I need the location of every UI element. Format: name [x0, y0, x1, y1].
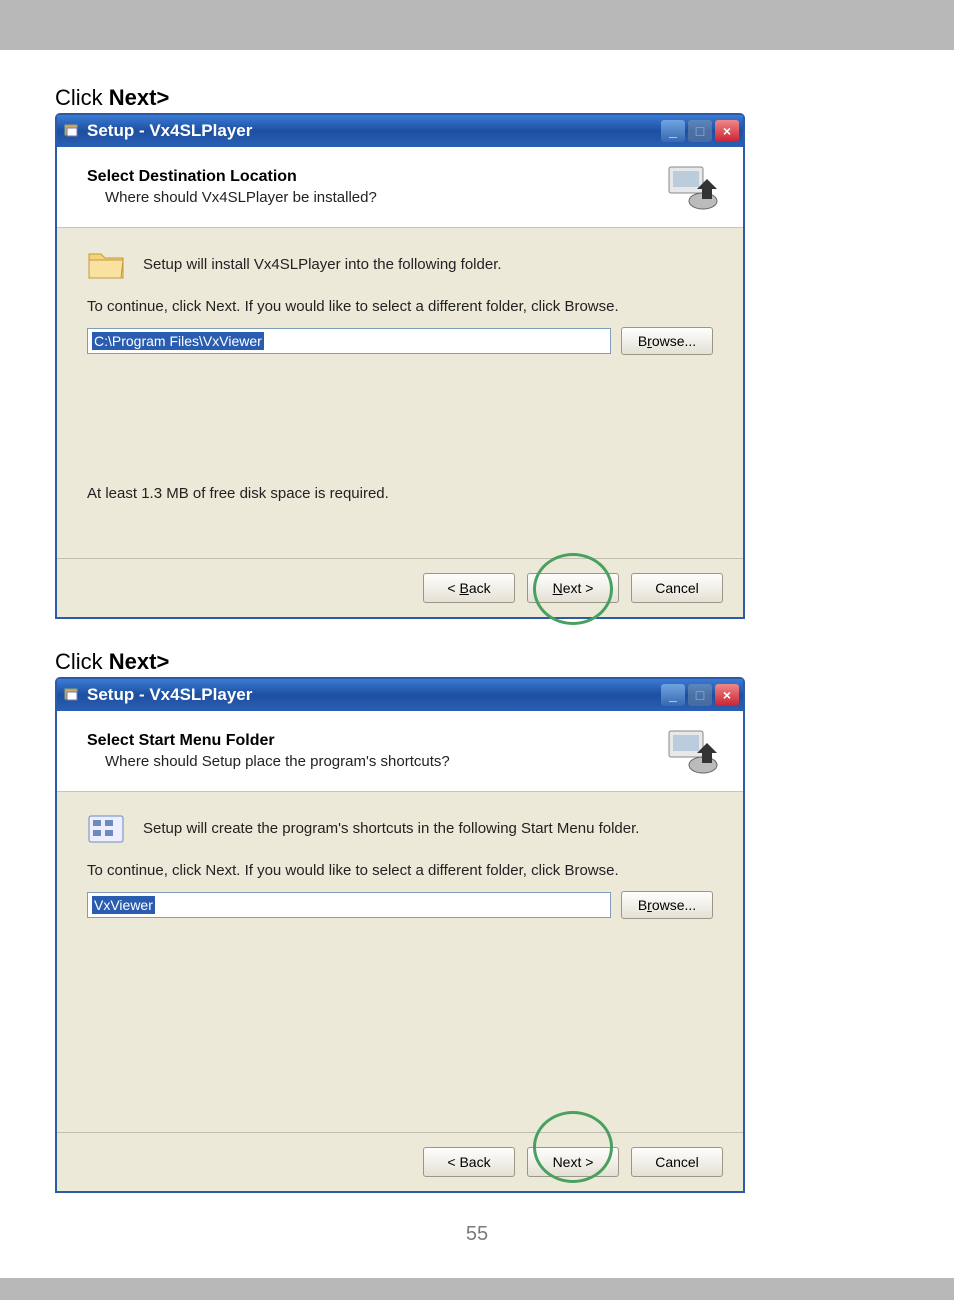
startmenu-path-value: VxViewer: [92, 896, 155, 914]
browse-button[interactable]: Browse...: [621, 891, 713, 919]
window-title: Setup - Vx4SLPlayer: [87, 121, 661, 141]
setup-window-startmenu: Setup - Vx4SLPlayer _ □ × Select Start M…: [55, 677, 745, 1193]
wizard-body: Setup will create the program's shortcut…: [57, 792, 743, 1132]
wizard-body: Setup will install Vx4SLPlayer into the …: [57, 228, 743, 558]
destination-path-value: C:\Program Files\VxViewer: [92, 332, 264, 350]
titlebar[interactable]: Setup - Vx4SLPlayer _ □ ×: [57, 679, 743, 711]
folder-icon: [87, 248, 125, 280]
instruction-2-bold: Next>: [109, 649, 170, 674]
install-folder-text: Setup will install Vx4SLPlayer into the …: [143, 256, 502, 273]
instruction-2-prefix: Click: [55, 649, 109, 674]
wizard-header-subtitle: Where should Setup place the program's s…: [87, 753, 663, 770]
wizard-header-title: Select Destination Location: [87, 168, 663, 186]
setup-window-destination: Setup - Vx4SLPlayer _ □ × Select Destina…: [55, 113, 745, 619]
instruction-1: Click Next>: [55, 85, 899, 111]
startmenu-text: Setup will create the program's shortcut…: [143, 820, 639, 837]
instruction-1-bold: Next>: [109, 85, 170, 110]
close-button[interactable]: ×: [715, 684, 739, 706]
destination-path-input[interactable]: C:\Program Files\VxViewer: [87, 328, 611, 354]
app-icon: [63, 122, 81, 140]
cancel-button[interactable]: Cancel: [631, 573, 723, 603]
back-button[interactable]: < Back: [423, 573, 515, 603]
next-button[interactable]: Next >: [527, 1147, 619, 1177]
wizard-header: Select Destination Location Where should…: [57, 147, 743, 228]
minimize-button[interactable]: _: [661, 684, 685, 706]
disk-space-text: At least 1.3 MB of free disk space is re…: [87, 485, 713, 502]
install-icon: [663, 725, 723, 777]
startmenu-path-input[interactable]: VxViewer: [87, 892, 611, 918]
wizard-header-subtitle: Where should Vx4SLPlayer be installed?: [87, 189, 663, 206]
wizard-footer: < Back Next > Cancel: [57, 558, 743, 617]
wizard-footer: < Back Next > Cancel: [57, 1132, 743, 1191]
browse-button[interactable]: Browse...: [621, 327, 713, 355]
continue-text: To continue, click Next. If you would li…: [87, 298, 713, 315]
maximize-button: □: [688, 120, 712, 142]
close-button[interactable]: ×: [715, 120, 739, 142]
titlebar[interactable]: Setup - Vx4SLPlayer _ □ ×: [57, 115, 743, 147]
next-button[interactable]: Next >: [527, 573, 619, 603]
app-icon: [63, 686, 81, 704]
window-controls: _ □ ×: [661, 120, 739, 142]
instruction-1-prefix: Click: [55, 85, 109, 110]
window-controls: _ □ ×: [661, 684, 739, 706]
window-title: Setup - Vx4SLPlayer: [87, 685, 661, 705]
cancel-button[interactable]: Cancel: [631, 1147, 723, 1177]
install-icon: [663, 161, 723, 213]
page-header-bar: [0, 0, 954, 50]
startmenu-folder-icon: [87, 812, 125, 844]
maximize-button: □: [688, 684, 712, 706]
instruction-2: Click Next>: [55, 649, 899, 675]
minimize-button[interactable]: _: [661, 120, 685, 142]
page-footer-bar: [0, 1278, 954, 1300]
continue-text: To continue, click Next. If you would li…: [87, 862, 713, 879]
wizard-header: Select Start Menu Folder Where should Se…: [57, 711, 743, 792]
page-number: 55: [55, 1223, 899, 1246]
back-button[interactable]: < Back: [423, 1147, 515, 1177]
wizard-header-title: Select Start Menu Folder: [87, 732, 663, 750]
